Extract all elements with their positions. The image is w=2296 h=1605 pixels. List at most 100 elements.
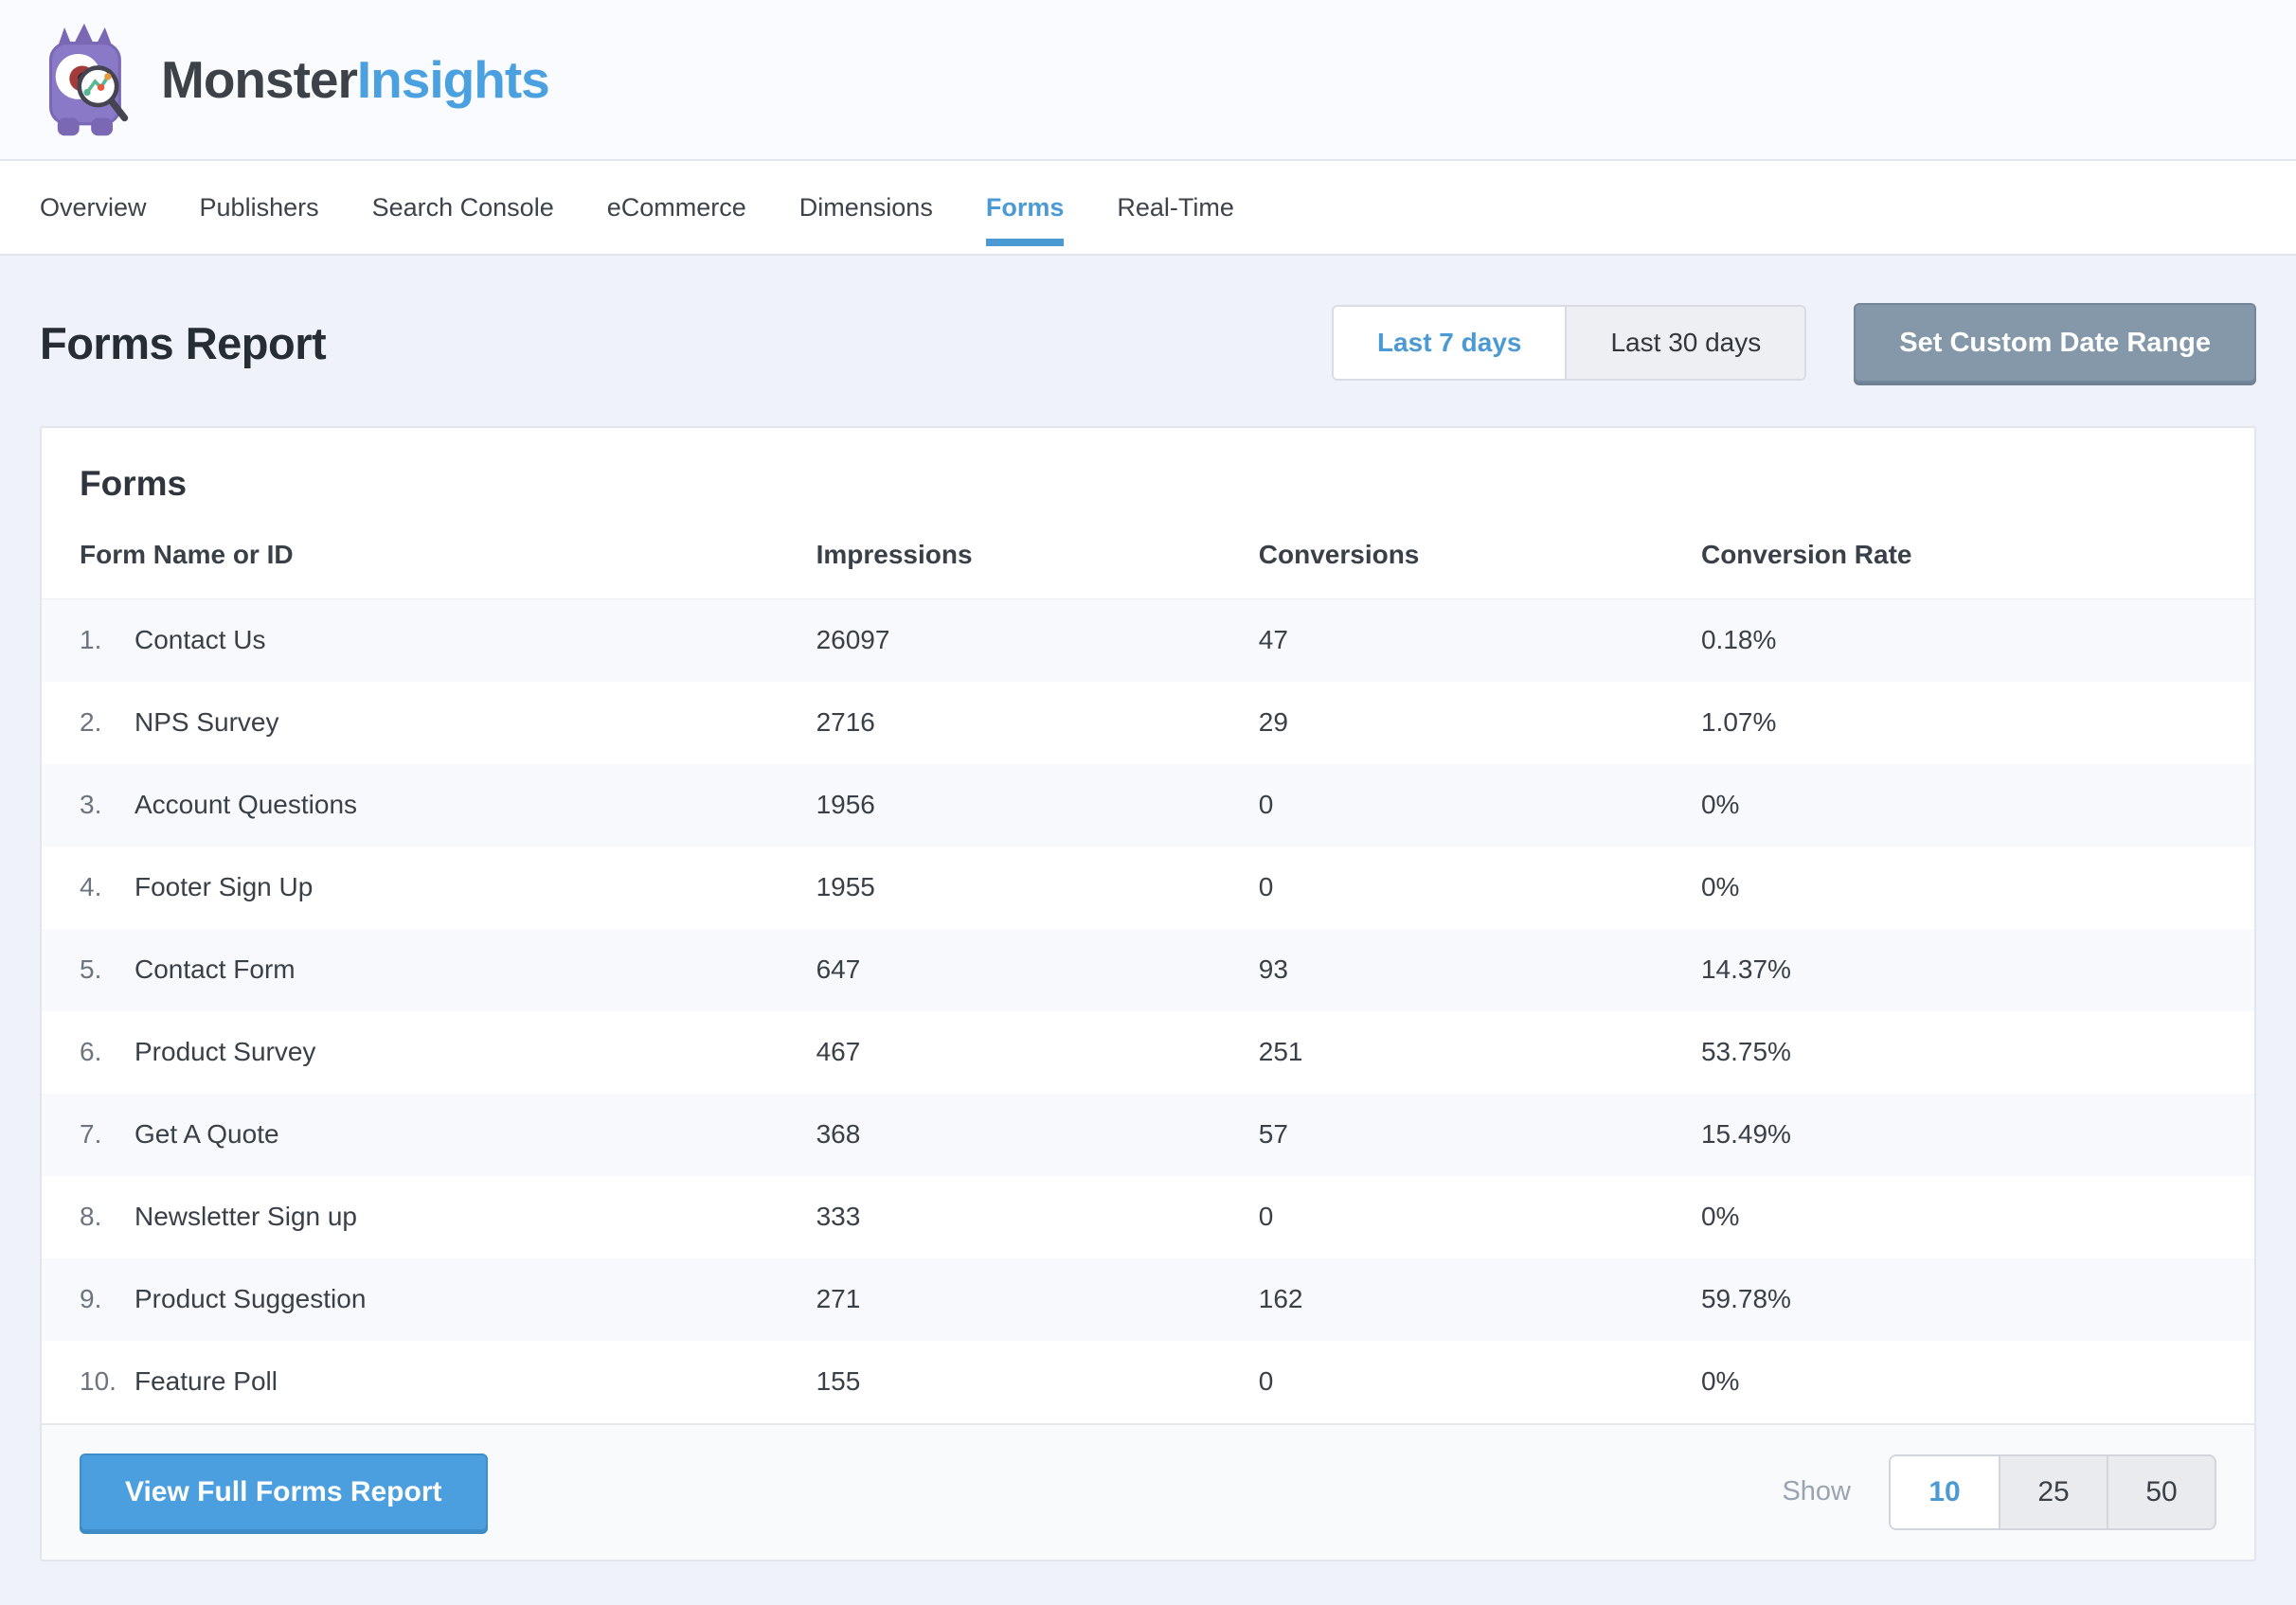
page-size-25-button[interactable]: 25 [1999,1456,2107,1528]
conversion-rate-value: 14.37% [1701,929,2254,1011]
brand-name-monster: Monster [161,50,357,109]
nav-tab-label: eCommerce [607,193,746,223]
impressions-value: 2716 [816,682,1259,764]
show-controls: Show 10 25 50 [1782,1454,2216,1530]
conversions-value: 0 [1259,1341,1701,1423]
table-row: 8.Newsletter Sign up 333 0 0% [42,1176,2254,1258]
table-row: 10.Feature Poll 155 0 0% [42,1341,2254,1423]
nav-tab-search-console[interactable]: Search Console [372,161,554,254]
row-rank: 4. [80,872,135,902]
impressions-value: 647 [816,929,1259,1011]
forms-report-card: Forms Form Name or ID Impressions Conver… [40,426,2256,1561]
row-rank: 2. [80,707,135,738]
main-content: Forms Report Last 7 days Last 30 days Se… [0,256,2296,1561]
column-header-conversion-rate: Conversion Rate [1701,517,2254,599]
impressions-value: 333 [816,1176,1259,1258]
card-heading: Forms [42,428,2254,517]
impressions-value: 368 [816,1094,1259,1176]
nav-tab-label: Dimensions [799,193,933,223]
page-size-50-button[interactable]: 50 [2107,1456,2215,1528]
impressions-value: 271 [816,1258,1259,1341]
form-name-cell: 6.Product Survey [42,1011,816,1094]
set-custom-date-range-button[interactable]: Set Custom Date Range [1854,303,2256,383]
form-name-cell: 7.Get A Quote [42,1094,816,1176]
show-label: Show [1782,1476,1851,1507]
title-row: Forms Report Last 7 days Last 30 days Se… [40,256,2256,426]
last-30-days-button[interactable]: Last 30 days [1567,307,1804,379]
nav-tab-label: Forms [986,193,1065,223]
table-row: 5.Contact Form 647 93 14.37% [42,929,2254,1011]
view-full-forms-report-button[interactable]: View Full Forms Report [80,1453,488,1531]
nav-tab-forms[interactable]: Forms [986,161,1065,254]
conversion-rate-value: 53.75% [1701,1011,2254,1094]
form-name: Account Questions [135,790,357,819]
form-name: Newsletter Sign up [135,1202,357,1231]
last-7-days-button[interactable]: Last 7 days [1334,307,1568,379]
page-title: Forms Report [40,317,326,369]
impressions-value: 155 [816,1341,1259,1423]
table-row: 1.Contact Us 26097 47 0.18% [42,599,2254,682]
conversions-value: 29 [1259,682,1701,764]
form-name: NPS Survey [135,707,279,737]
forms-table: Form Name or ID Impressions Conversions … [42,517,2254,1423]
form-name: Get A Quote [135,1119,279,1149]
column-header-impressions: Impressions [816,517,1259,599]
form-name-cell: 4.Footer Sign Up [42,847,816,929]
conversion-rate-value: 0.18% [1701,599,2254,682]
conversions-value: 57 [1259,1094,1701,1176]
page-size-label: 10 [1928,1476,1960,1508]
nav-tab-ecommerce[interactable]: eCommerce [607,161,746,254]
brand-name: MonsterInsights [161,49,549,110]
page-size-label: 25 [2037,1476,2069,1508]
row-rank: 1. [80,625,135,655]
page-size-group: 10 25 50 [1889,1454,2216,1530]
row-rank: 6. [80,1037,135,1067]
monsterinsights-mascot-icon [38,19,136,140]
form-name: Contact Us [135,625,266,654]
row-rank: 7. [80,1119,135,1150]
form-name-cell: 2.NPS Survey [42,682,816,764]
impressions-value: 1955 [816,847,1259,929]
table-header: Form Name or ID Impressions Conversions … [42,517,2254,599]
row-rank: 3. [80,790,135,820]
conversion-rate-value: 0% [1701,847,2254,929]
form-name: Product Suggestion [135,1284,366,1313]
conversion-rate-value: 59.78% [1701,1258,2254,1341]
nav-tab-real-time[interactable]: Real-Time [1117,161,1234,254]
conversions-value: 47 [1259,599,1701,682]
conversion-rate-value: 15.49% [1701,1094,2254,1176]
card-footer: View Full Forms Report Show 10 25 50 [42,1423,2254,1560]
row-rank: 8. [80,1202,135,1232]
form-name: Footer Sign Up [135,872,313,901]
table-row: 4.Footer Sign Up 1955 0 0% [42,847,2254,929]
conversions-value: 251 [1259,1011,1701,1094]
form-name-cell: 1.Contact Us [42,599,816,682]
nav-tab-dimensions[interactable]: Dimensions [799,161,933,254]
page-size-10-button[interactable]: 10 [1891,1456,1999,1528]
table-row: 2.NPS Survey 2716 29 1.07% [42,682,2254,764]
conversions-value: 0 [1259,847,1701,929]
row-rank: 9. [80,1284,135,1314]
nav-tab-overview[interactable]: Overview [40,161,147,254]
form-name-cell: 9.Product Suggestion [42,1258,816,1341]
nav-tab-label: Real-Time [1117,193,1234,223]
conversion-rate-value: 0% [1701,764,2254,847]
table-row: 6.Product Survey 467 251 53.75% [42,1011,2254,1094]
row-rank: 10. [80,1366,135,1397]
form-name: Product Survey [135,1037,315,1066]
brand-name-insights: Insights [357,50,549,109]
form-name-cell: 10.Feature Poll [42,1341,816,1423]
main-nav: Overview Publishers Search Console eComm… [0,161,2296,256]
impressions-value: 1956 [816,764,1259,847]
column-header-conversions: Conversions [1259,517,1701,599]
row-rank: 5. [80,954,135,985]
conversion-rate-value: 0% [1701,1176,2254,1258]
table-row: 9.Product Suggestion 271 162 59.78% [42,1258,2254,1341]
impressions-value: 26097 [816,599,1259,682]
conversions-value: 0 [1259,1176,1701,1258]
table-row: 3.Account Questions 1956 0 0% [42,764,2254,847]
form-name-cell: 5.Contact Form [42,929,816,1011]
form-name-cell: 8.Newsletter Sign up [42,1176,816,1258]
conversions-value: 0 [1259,764,1701,847]
nav-tab-publishers[interactable]: Publishers [200,161,319,254]
